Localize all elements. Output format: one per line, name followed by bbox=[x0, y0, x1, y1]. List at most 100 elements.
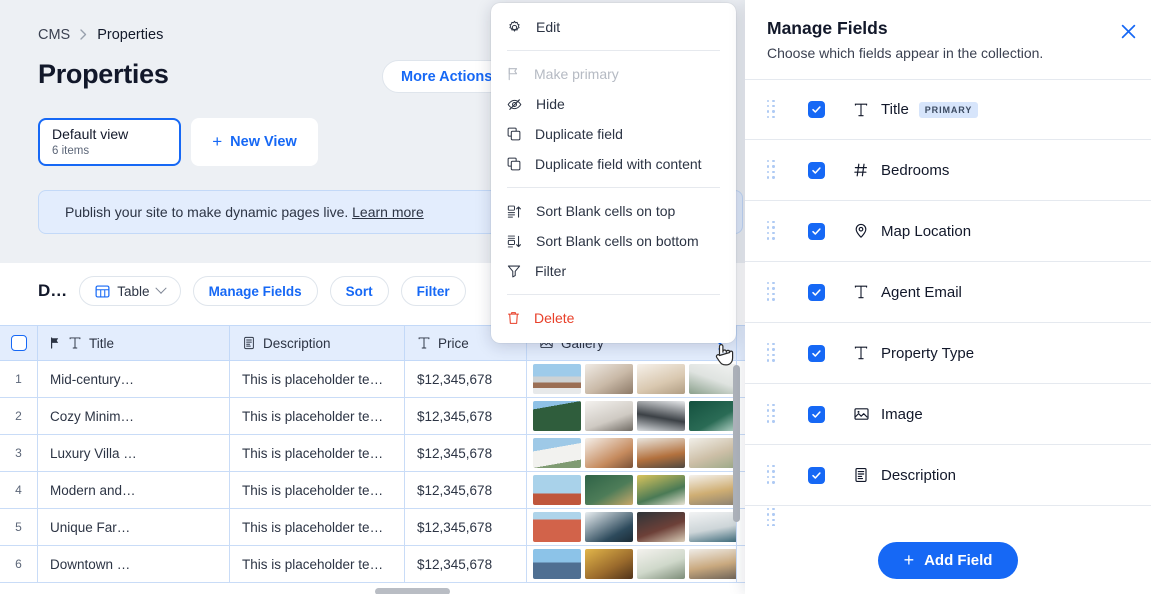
gallery-thumbnail bbox=[689, 512, 736, 542]
drag-handle-icon[interactable] bbox=[767, 221, 776, 241]
field-name: Agent Email bbox=[881, 283, 962, 301]
breadcrumb-properties[interactable]: Properties bbox=[97, 27, 163, 43]
cell-gallery[interactable] bbox=[527, 361, 737, 397]
table-row[interactable]: 3 Luxury Villa … This is placeholder te…… bbox=[0, 435, 745, 472]
cell-gallery[interactable] bbox=[527, 435, 737, 471]
field-name: Description bbox=[881, 466, 957, 484]
panel-header: Manage Fields Choose which fields appear… bbox=[745, 0, 1151, 61]
learn-more-link[interactable]: Learn more bbox=[352, 204, 424, 220]
cell-gallery[interactable] bbox=[527, 472, 737, 508]
menu-item-label: Sort Blank cells on top bbox=[536, 203, 676, 219]
gallery-thumbnail bbox=[585, 475, 633, 505]
manage-fields-button[interactable]: Manage Fields bbox=[192, 276, 318, 306]
drag-handle-icon[interactable] bbox=[767, 282, 776, 302]
menu-item-sort-blank-bottom[interactable]: Sort Blank cells on bottom bbox=[491, 226, 736, 256]
gallery-vertical-scrollbar[interactable] bbox=[733, 365, 740, 522]
sort-button[interactable]: Sort bbox=[329, 276, 389, 306]
table-horizontal-scrollbar[interactable] bbox=[375, 588, 450, 594]
drag-handle-icon[interactable] bbox=[767, 99, 776, 120]
drag-handle-icon[interactable] bbox=[767, 343, 776, 363]
cell-gallery[interactable] bbox=[527, 398, 737, 434]
field-visibility-checkbox[interactable] bbox=[808, 161, 825, 179]
sort-desc-icon bbox=[507, 234, 522, 249]
gallery-thumbnails bbox=[533, 438, 736, 468]
column-price-label: Price bbox=[438, 335, 469, 351]
menu-item-label: Delete bbox=[534, 310, 575, 326]
cell-description[interactable]: This is placeholder te… bbox=[230, 509, 405, 545]
field-visibility-checkbox[interactable] bbox=[808, 283, 825, 301]
menu-item-duplicate-field[interactable]: Duplicate field bbox=[491, 119, 736, 149]
field-row-partial[interactable] bbox=[745, 506, 1151, 526]
cell-price[interactable]: $12,345,678 bbox=[405, 472, 527, 508]
menu-item-edit[interactable]: Edit bbox=[491, 12, 736, 42]
view-tab-default[interactable]: Default view 6 items bbox=[38, 118, 181, 166]
cell-price[interactable]: $12,345,678 bbox=[405, 361, 527, 397]
table-row[interactable]: 6 Downtown … This is placeholder te… $12… bbox=[0, 546, 745, 583]
field-visibility-checkbox[interactable] bbox=[808, 222, 825, 240]
cell-description[interactable]: This is placeholder te… bbox=[230, 472, 405, 508]
cell-title[interactable]: Downtown … bbox=[38, 546, 230, 582]
menu-item-delete[interactable]: Delete bbox=[491, 303, 736, 333]
column-header-title[interactable]: Title bbox=[38, 326, 230, 360]
field-name: Title bbox=[881, 101, 909, 118]
select-all-checkbox[interactable] bbox=[0, 326, 38, 360]
field-visibility-checkbox[interactable] bbox=[808, 405, 825, 423]
field-row-map-location[interactable]: Map Location bbox=[745, 201, 1151, 262]
cell-price[interactable]: $12,345,678 bbox=[405, 509, 527, 545]
drag-handle-icon[interactable] bbox=[767, 508, 776, 526]
table-row[interactable]: 4 Modern and… This is placeholder te… $1… bbox=[0, 472, 745, 509]
menu-item-sort-blank-top[interactable]: Sort Blank cells on top bbox=[491, 196, 736, 226]
cell-description[interactable]: This is placeholder te… bbox=[230, 398, 405, 434]
filter-button[interactable]: Filter bbox=[400, 276, 466, 306]
cell-description[interactable]: This is placeholder te… bbox=[230, 435, 405, 471]
close-icon[interactable] bbox=[1115, 18, 1141, 44]
cell-title[interactable]: Luxury Villa … bbox=[38, 435, 230, 471]
add-field-button[interactable]: + Add Field bbox=[877, 541, 1019, 579]
field-name: Bedrooms bbox=[881, 161, 950, 179]
menu-item-label: Edit bbox=[536, 19, 561, 35]
table-row[interactable]: 1 Mid-century… This is placeholder te… $… bbox=[0, 361, 745, 398]
cell-gallery[interactable] bbox=[527, 509, 737, 545]
cell-gallery[interactable] bbox=[527, 546, 737, 582]
row-index: 2 bbox=[0, 398, 38, 434]
row-index: 6 bbox=[0, 546, 38, 582]
field-row-image[interactable]: Image bbox=[745, 384, 1151, 445]
field-row-title[interactable]: Title PRIMARY bbox=[745, 79, 1151, 140]
field-visibility-checkbox[interactable] bbox=[808, 101, 825, 118]
field-row-bedrooms[interactable]: Bedrooms bbox=[745, 140, 1151, 201]
field-row-property-type[interactable]: Property Type bbox=[745, 323, 1151, 384]
field-row-agent-email[interactable]: Agent Email bbox=[745, 262, 1151, 323]
menu-item-duplicate-field-with-content[interactable]: Duplicate field with content bbox=[491, 149, 736, 179]
new-view-button[interactable]: + New View bbox=[191, 118, 318, 166]
table-row[interactable]: 5 Unique Far… This is placeholder te… $1… bbox=[0, 509, 745, 546]
cell-price[interactable]: $12,345,678 bbox=[405, 435, 527, 471]
menu-item-hide[interactable]: Hide bbox=[491, 89, 736, 119]
cell-title[interactable]: Modern and… bbox=[38, 472, 230, 508]
primary-badge: PRIMARY bbox=[918, 101, 979, 118]
gallery-thumbnails bbox=[533, 364, 736, 394]
breadcrumb-cms[interactable]: CMS bbox=[38, 27, 70, 43]
drag-handle-icon[interactable] bbox=[767, 404, 776, 424]
image-icon bbox=[851, 406, 871, 422]
cell-title[interactable]: Cozy Minim… bbox=[38, 398, 230, 434]
text-icon bbox=[851, 284, 871, 300]
drag-handle-icon[interactable] bbox=[767, 160, 776, 180]
page-title: Properties bbox=[38, 59, 169, 89]
cell-description[interactable]: This is placeholder te… bbox=[230, 546, 405, 582]
table-view-selector[interactable]: Table bbox=[79, 276, 181, 306]
field-visibility-checkbox[interactable] bbox=[808, 344, 825, 362]
cell-title[interactable]: Mid-century… bbox=[38, 361, 230, 397]
cell-price[interactable]: $12,345,678 bbox=[405, 398, 527, 434]
field-row-description[interactable]: Description bbox=[745, 445, 1151, 506]
field-visibility-checkbox[interactable] bbox=[808, 466, 825, 484]
cell-price[interactable]: $12,345,678 bbox=[405, 546, 527, 582]
menu-item-filter[interactable]: Filter bbox=[491, 256, 736, 286]
cell-description[interactable]: This is placeholder te… bbox=[230, 361, 405, 397]
trash-icon bbox=[507, 311, 520, 325]
column-header-description[interactable]: Description bbox=[230, 326, 405, 360]
table-row[interactable]: 2 Cozy Minim… This is placeholder te… $1… bbox=[0, 398, 745, 435]
text-icon bbox=[851, 102, 871, 118]
chevron-right-icon bbox=[80, 28, 87, 43]
drag-handle-icon[interactable] bbox=[767, 465, 776, 485]
cell-title[interactable]: Unique Far… bbox=[38, 509, 230, 545]
